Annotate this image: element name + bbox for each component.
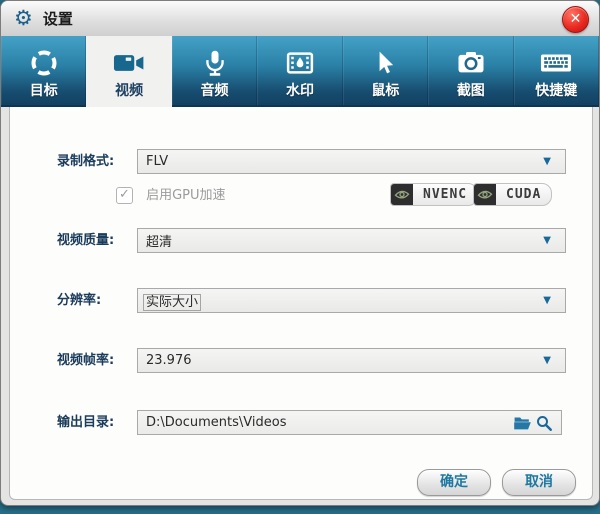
frame-rate-value: 23.976 <box>146 353 543 368</box>
tab-mouse[interactable]: 鼠标 <box>343 36 428 107</box>
tab-label: 鼠标 <box>371 80 399 100</box>
record-format-label: 录制格式: <box>57 149 114 174</box>
tab-screenshot[interactable]: 截图 <box>428 36 513 107</box>
record-format-dropdown[interactable]: FLV ▼ <box>137 149 566 174</box>
ok-button[interactable]: 确定 <box>417 469 491 496</box>
chevron-down-icon: ▼ <box>543 295 551 306</box>
title-bar: ⚙ 设置 ✕ <box>1 1 599 36</box>
frame-rate-label: 视频帧率: <box>57 348 114 373</box>
search-icon[interactable] <box>533 413 555 433</box>
gpu-acceleration-label: 启用GPU加速 <box>146 188 225 203</box>
window-title: 设置 <box>43 8 73 29</box>
cancel-button[interactable]: 取消 <box>502 469 576 496</box>
target-icon <box>29 47 59 79</box>
cuda-badge[interactable]: CUDA <box>473 183 552 206</box>
chevron-down-icon: ▼ <box>543 355 551 366</box>
tab-hotkeys[interactable]: 快捷键 <box>514 36 599 107</box>
tab-label: 音频 <box>201 80 229 100</box>
tab-label: 目标 <box>30 80 58 100</box>
tab-label: 视频 <box>115 80 143 100</box>
close-icon: ✕ <box>570 11 582 27</box>
gpu-acceleration-row: ✓ 启用GPU加速 <box>116 184 226 206</box>
nvidia-logo-icon <box>391 184 413 205</box>
tab-label: 快捷键 <box>535 80 577 100</box>
cuda-badge-label: CUDA <box>496 187 551 202</box>
settings-form-panel: 录制格式: FLV ▼ ✓ 启用GPU加速 NVENC <box>9 107 593 500</box>
video-quality-value: 超清 <box>146 231 543 250</box>
watermark-icon <box>284 47 316 79</box>
tab-target[interactable]: 目标 <box>1 36 86 107</box>
mouse-cursor-icon <box>372 47 398 79</box>
nvenc-badge[interactable]: NVENC <box>390 183 478 206</box>
tab-video[interactable]: 视频 <box>86 36 171 107</box>
nvidia-logo-icon <box>474 184 496 205</box>
resolution-value: 实际大小 <box>143 294 201 311</box>
frame-rate-dropdown[interactable]: 23.976 ▼ <box>137 348 566 373</box>
output-dir-input[interactable] <box>144 414 511 431</box>
output-dir-field <box>137 410 562 435</box>
video-camera-icon <box>112 47 146 79</box>
resolution-dropdown[interactable]: 实际大小 ▼ <box>137 288 566 313</box>
tab-label: 截图 <box>457 80 485 100</box>
tab-watermark[interactable]: 水印 <box>257 36 342 107</box>
output-dir-label: 输出目录: <box>57 410 114 435</box>
settings-window: ⚙ 设置 ✕ 目标 视频 <box>0 0 600 506</box>
ok-button-label: 确定 <box>440 474 468 490</box>
tab-bar: 目标 视频 音频 <box>1 36 599 107</box>
close-button[interactable]: ✕ <box>562 6 589 33</box>
open-folder-icon[interactable] <box>511 413 533 433</box>
video-quality-dropdown[interactable]: 超清 ▼ <box>137 228 566 253</box>
record-format-value: FLV <box>146 154 543 169</box>
camera-icon <box>455 47 487 79</box>
microphone-icon <box>201 47 229 79</box>
gpu-acceleration-checkbox[interactable]: ✓ <box>116 187 133 204</box>
chevron-down-icon: ▼ <box>543 156 551 167</box>
cancel-button-label: 取消 <box>525 474 553 490</box>
tab-audio[interactable]: 音频 <box>172 36 257 107</box>
gear-icon: ⚙ <box>14 8 33 29</box>
keyboard-icon <box>539 47 573 79</box>
resolution-label: 分辨率: <box>57 288 101 313</box>
chevron-down-icon: ▼ <box>543 235 551 246</box>
check-icon: ✓ <box>119 187 130 202</box>
tab-label: 水印 <box>286 80 314 100</box>
video-quality-label: 视频质量: <box>57 228 114 253</box>
nvenc-badge-label: NVENC <box>413 187 477 202</box>
